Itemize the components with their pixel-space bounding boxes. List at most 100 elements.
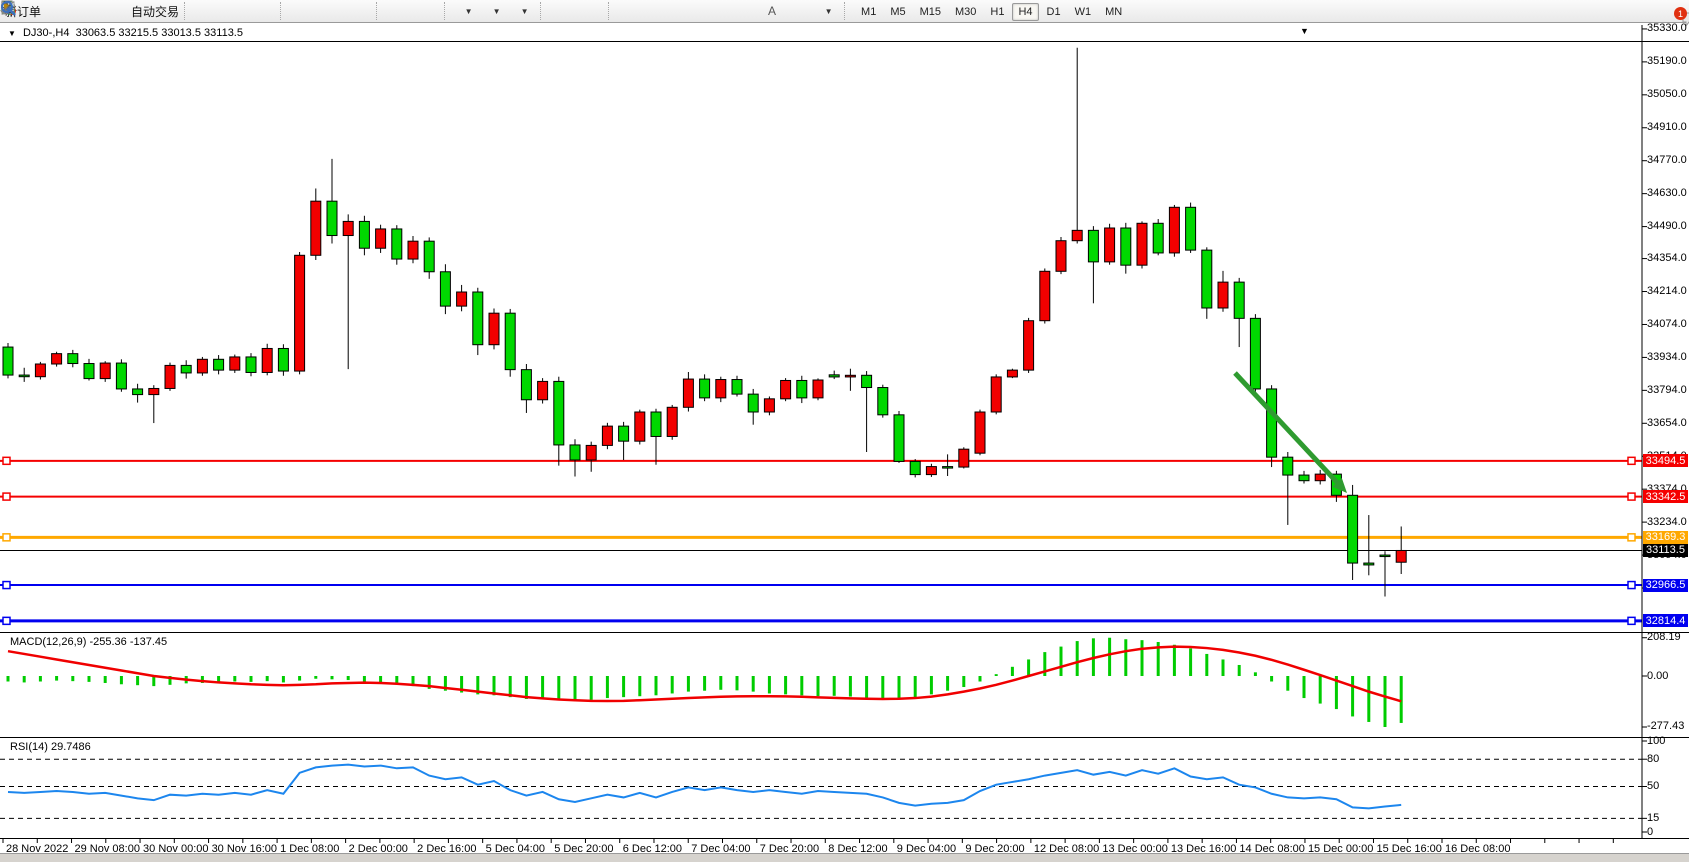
price-axis-tick: 35190.0 [1647,55,1687,67]
price-axis-tick: 33934.0 [1647,351,1687,363]
macd-signal-line [8,647,1401,702]
candle-body [327,201,337,235]
candle-body [764,399,774,412]
price-axis-tick: 35050.0 [1647,88,1687,100]
time-axis-label: 2 Dec 00:00 [349,843,408,855]
candle-body [246,357,256,373]
time-axis-label: 14 Dec 08:00 [1239,843,1304,855]
candle-body [1121,228,1131,265]
price-axis-tick: 35330.0 [1647,22,1687,34]
candle-body [797,380,807,397]
time-axis-label: 15 Dec 00:00 [1308,843,1373,855]
candle-body [991,377,1001,412]
chart-surface[interactable] [0,0,1689,862]
candle-body [1250,318,1260,389]
price-axis-tick: 33794.0 [1647,384,1687,396]
candle-body [133,389,143,395]
candle-body [1218,282,1228,308]
price-axis-tick: 34630.0 [1647,187,1687,199]
line-handle [1628,617,1635,624]
candle-body [700,379,710,398]
candle-body [1283,457,1293,475]
candle-body [1267,389,1277,457]
candle-body [716,380,726,398]
price-line-tag-33113.5[interactable]: 33113.5 [1643,544,1688,557]
candle-body [1202,250,1212,308]
price-axis-tick: 34074.0 [1647,318,1687,330]
mt4-window: 新订单 自动交易 [0,0,1689,862]
line-handle [3,457,10,464]
candle-body [1105,228,1115,262]
candle-body [570,445,580,460]
price-axis-tick: 34770.0 [1647,154,1687,166]
line-handle [3,534,10,541]
price-line-tag-33342.5[interactable]: 33342.5 [1643,490,1688,503]
candle-body [813,380,823,398]
candle-body [100,363,110,379]
candle-body [586,445,596,460]
candle-body [667,407,677,436]
candle-body [878,388,888,415]
title-separator [0,41,1689,42]
candle-body [829,375,839,377]
macd-label: MACD(12,26,9) -255.36 -137.45 [10,636,167,648]
candle-body [683,379,693,407]
candle-body [521,370,531,400]
macd-axis-tick: 208.19 [1647,631,1681,643]
time-axis-label: 15 Dec 16:00 [1376,843,1441,855]
candle-body [1380,555,1390,557]
candle-body [35,364,45,377]
candle-body [619,426,629,441]
candle-body [181,365,191,373]
candle-body [1396,550,1406,562]
time-axis-label: 7 Dec 20:00 [760,843,819,855]
price-axis-tick: 33234.0 [1647,516,1687,528]
line-handle [1628,582,1635,589]
candle-body [1364,563,1374,565]
candle-body [343,221,353,235]
time-axis-label: 30 Nov 16:00 [212,843,277,855]
time-axis-label: 12 Dec 08:00 [1034,843,1099,855]
time-axis-label: 13 Dec 16:00 [1171,843,1236,855]
rsi-panel-separator[interactable] [0,737,1689,738]
candle-body [52,354,62,364]
candle-body [68,354,78,364]
price-line-tag-33169.3[interactable]: 33169.3 [1643,531,1688,544]
rsi-axis-tick: 0 [1647,826,1653,838]
candle-body [1299,475,1309,481]
candle-body [278,348,288,371]
candle-body [1137,223,1147,265]
candle-body [651,412,661,436]
time-axis-label: 7 Dec 04:00 [691,843,750,855]
price-line-tag-33494.5[interactable]: 33494.5 [1643,454,1688,467]
time-axis-label: 9 Dec 04:00 [897,843,956,855]
candle-body [635,412,645,441]
time-axis-label: 6 Dec 12:00 [623,843,682,855]
candle-body [554,381,564,445]
price-line-tag-32966.5[interactable]: 32966.5 [1643,579,1688,592]
macd-panel-separator[interactable] [0,632,1689,633]
time-axis-label: 13 Dec 00:00 [1102,843,1167,855]
time-axis-label: 29 Nov 08:00 [75,843,140,855]
rsi-axis-tick: 15 [1647,812,1659,824]
time-axis-label: 28 Nov 2022 [6,843,68,855]
candle-body [1169,207,1179,253]
candle-body [295,255,305,371]
candle-body [1007,370,1017,377]
line-handle [3,617,10,624]
candle-body [440,272,450,306]
rsi-axis-tick: 50 [1647,780,1659,792]
candle-body [910,461,920,474]
candle-body [197,359,207,373]
candle-body [748,394,758,412]
candle-body [1234,282,1244,318]
time-axis-label: 2 Dec 16:00 [417,843,476,855]
candle-body [1024,321,1034,370]
rsi-axis-tick: 80 [1647,753,1659,765]
candle-body [473,292,483,345]
price-line-tag-32814.4[interactable]: 32814.4 [1643,614,1688,627]
candle-body [1186,207,1196,250]
candle-body [376,229,386,248]
candle-body [781,380,791,398]
candle-body [230,357,240,370]
